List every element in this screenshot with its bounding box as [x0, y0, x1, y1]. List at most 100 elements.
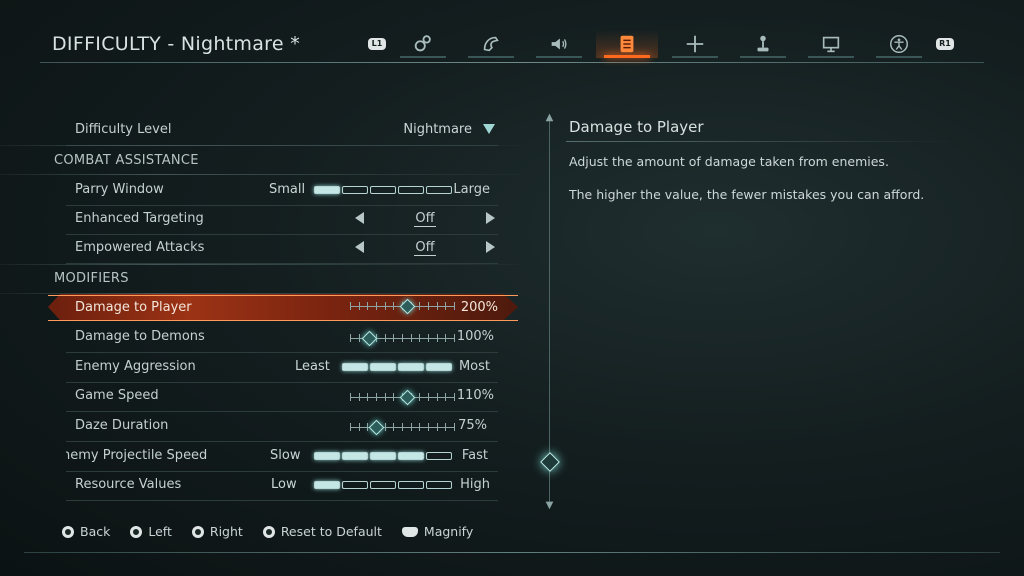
- detail-description-line1: Adjust the amount of damage taken from e…: [569, 154, 889, 169]
- right-arrow-icon[interactable]: [486, 241, 495, 253]
- section-modifiers: MODIFIERS: [54, 271, 129, 286]
- scroll-down-icon[interactable]: ▼: [544, 500, 555, 511]
- monitor-icon: [822, 36, 840, 53]
- setting-enemy-projectile-speed[interactable]: nemy Projectile Speed Slow Fast: [66, 442, 498, 472]
- slider-tick: [385, 393, 386, 401]
- max-label: Fast: [461, 448, 488, 463]
- toggle-value: Off: [414, 240, 436, 256]
- daze-duration-slider[interactable]: [350, 419, 455, 436]
- setting-daze-duration[interactable]: Daze Duration 75%: [66, 412, 498, 442]
- section-combat-assistance: COMBAT ASSISTANCE: [54, 153, 199, 168]
- setting-empowered-attacks[interactable]: Empowered Attacks Off: [66, 234, 498, 264]
- tab-display[interactable]: [800, 30, 862, 58]
- left-arrow-icon[interactable]: [355, 212, 364, 224]
- hint-label: Back: [80, 524, 111, 539]
- slider-tick: [437, 393, 438, 401]
- setting-enemy-aggression[interactable]: Enemy Aggression Least Most: [66, 353, 498, 383]
- section-divider: [0, 293, 520, 294]
- hint-back[interactable]: Back: [62, 524, 110, 539]
- slider-tick: [428, 393, 429, 401]
- bar-segment: [398, 363, 424, 371]
- hint-right[interactable]: Right: [191, 524, 243, 539]
- damage-to-demons-slider[interactable]: [350, 330, 455, 347]
- right-arrow-icon[interactable]: [486, 212, 495, 224]
- hint-left[interactable]: Left: [130, 524, 172, 539]
- setting-label: Parry Window: [75, 182, 164, 197]
- setting-value: 110%: [456, 388, 494, 403]
- game-speed-slider[interactable]: [350, 389, 455, 406]
- setting-enhanced-targeting[interactable]: Enhanced Targeting Off: [66, 205, 498, 235]
- setting-parry-window[interactable]: Parry Window Small Large: [66, 176, 498, 206]
- footer-rule: [24, 552, 1000, 553]
- slider-tick: [419, 302, 420, 310]
- left-stick-icon: [130, 525, 143, 538]
- hint-magnify[interactable]: Magnify: [401, 524, 474, 539]
- hint-reset[interactable]: Reset to Default: [262, 524, 382, 539]
- setting-value: 200%: [460, 300, 498, 315]
- crosshair-move-icon: [686, 35, 704, 53]
- slider-tick: [350, 334, 351, 342]
- enemy-aggression-bar[interactable]: [342, 363, 452, 371]
- hint-label: Magnify: [423, 524, 474, 539]
- slider-tick: [437, 423, 438, 431]
- bar-segment: [398, 186, 424, 194]
- slider-knob[interactable]: [368, 419, 385, 436]
- bar-segment: [426, 452, 452, 460]
- tab-accessibility[interactable]: [868, 30, 930, 58]
- tab-difficulty[interactable]: [596, 30, 658, 58]
- slider-tick: [350, 423, 351, 431]
- tab-gameplay[interactable]: [392, 30, 454, 58]
- detail-divider: [566, 141, 956, 142]
- section-divider: [0, 264, 520, 265]
- resource-values-bar[interactable]: [314, 481, 452, 489]
- slider-tick: [445, 423, 446, 431]
- bar-segment: [426, 186, 452, 194]
- slider-knob[interactable]: [361, 330, 378, 347]
- tab-audio[interactable]: [528, 30, 590, 58]
- bar-segment: [314, 481, 340, 489]
- bar-segment: [370, 452, 396, 460]
- left-arrow-icon[interactable]: [355, 241, 364, 253]
- setting-damage-to-demons[interactable]: Damage to Demons 100%: [66, 323, 498, 353]
- slider-tick: [393, 423, 394, 431]
- setting-difficulty-level[interactable]: Difficulty Level Nightmare: [66, 116, 498, 146]
- dragon-icon: [483, 36, 499, 52]
- setting-game-speed[interactable]: Game Speed 110%: [66, 382, 498, 412]
- setting-damage-to-player[interactable]: Damage to Player 200%: [48, 294, 518, 320]
- bar-segment: [398, 452, 424, 460]
- scroll-up-icon[interactable]: ▲: [544, 112, 555, 123]
- l1-button-hint[interactable]: L1: [368, 38, 386, 50]
- tab-controls[interactable]: [460, 30, 522, 58]
- tab-controller[interactable]: [732, 30, 794, 58]
- setting-damage-to-player-wrap: Damage to Player 200%: [0, 295, 520, 321]
- detail-description-line2: The higher the value, the fewer mistakes…: [569, 187, 925, 202]
- bar-segment: [370, 186, 396, 194]
- slider-tick: [411, 334, 412, 342]
- bar-segment: [370, 481, 396, 489]
- slider-tick: [367, 393, 368, 401]
- setting-label: Damage to Player: [75, 300, 192, 315]
- detail-title: Damage to Player: [569, 118, 704, 136]
- bar-segment: [370, 363, 396, 371]
- scrollbar-track[interactable]: [549, 118, 550, 504]
- r1-button-hint[interactable]: R1: [936, 38, 954, 50]
- setting-label: Difficulty Level: [75, 122, 172, 137]
- parry-window-bar[interactable]: [314, 186, 452, 194]
- damage-to-player-slider[interactable]: [350, 299, 454, 313]
- setting-resource-values[interactable]: Resource Values Low High: [66, 471, 498, 501]
- slider-tick: [419, 334, 420, 342]
- enemy-projectile-speed-bar[interactable]: [314, 452, 452, 460]
- l3-button-icon: [262, 525, 275, 538]
- tab-movement[interactable]: [664, 30, 726, 58]
- bar-segment: [426, 363, 452, 371]
- scrollbar-thumb[interactable]: [540, 452, 560, 472]
- slider-tick: [454, 334, 455, 342]
- slider-tick: [393, 334, 394, 342]
- difficulty-value: Nightmare: [403, 122, 472, 137]
- speaker-icon: [551, 38, 567, 50]
- bar-segment: [426, 481, 452, 489]
- slider-tick: [367, 302, 368, 310]
- dropdown-triangle-icon[interactable]: [482, 122, 496, 136]
- setting-label: nemy Projectile Speed: [66, 448, 208, 463]
- setting-label: Resource Values: [75, 477, 182, 492]
